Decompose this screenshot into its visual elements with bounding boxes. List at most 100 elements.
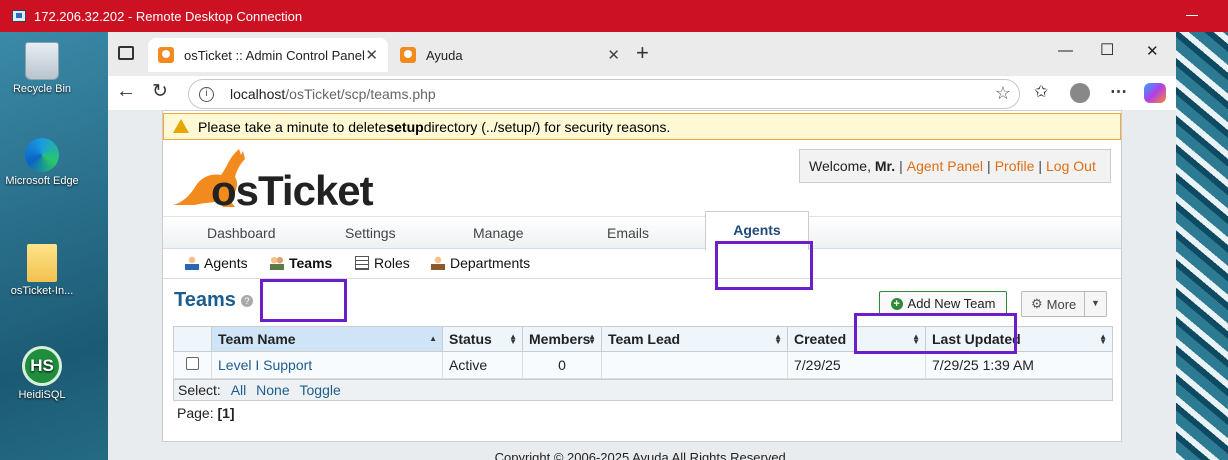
page-viewport: Please take a minute to delete setup dir… (108, 110, 1176, 460)
folder-icon (27, 244, 57, 282)
rdp-icon (12, 10, 26, 22)
favorites-icon[interactable]: ✩ (1034, 82, 1048, 102)
subnav-roles[interactable]: Roles (355, 255, 410, 271)
logout-link[interactable]: Log Out (1046, 158, 1096, 174)
table-header-row: Team Name ▲ Status ▲ ▼ Members ▲ ▼ Team Lead ▲… (173, 326, 1113, 352)
rdp-title-bar: 172.206.32.202 - Remote Desktop Connecti… (0, 0, 1228, 32)
osticket-favicon-icon (158, 47, 174, 63)
add-new-team-button[interactable]: + Add New Team (879, 291, 1007, 316)
agent-panel-link[interactable]: Agent Panel (907, 158, 983, 174)
select-toggle-link[interactable]: Toggle (300, 382, 341, 398)
desktop-icon-label: Microsoft Edge (5, 175, 79, 187)
url-text: localhost/osTicket/scp/teams.php (230, 86, 436, 102)
plus-icon: + (890, 297, 903, 310)
subnav-departments[interactable]: Departments (431, 255, 530, 271)
tab-manage[interactable]: Manage (473, 225, 524, 241)
copilot-icon[interactable] (1144, 83, 1166, 103)
browser-window: osTicket :: Admin Control Panel ✕ Ayuda … (108, 32, 1176, 460)
site-info-icon[interactable]: i (199, 86, 214, 102)
desktop-icon-label: osTicket-In... (10, 285, 74, 297)
warning-icon (173, 119, 189, 133)
reload-icon[interactable]: ↻ (152, 80, 168, 103)
desktop-icon-heidisql[interactable]: HS HeidiSQL (0, 346, 84, 401)
row-checkbox-cell (173, 351, 212, 379)
team-icon (270, 256, 284, 270)
subnav-agents[interactable]: Agents (185, 255, 248, 271)
close-window-icon[interactable]: ✕ (1146, 42, 1159, 60)
desktop-icon-label: Recycle Bin (12, 83, 72, 95)
desktop-icon-recycle-bin[interactable]: Recycle Bin (0, 42, 84, 95)
table-row: Level I Support Active 0 7/29/25 7/29/25… (173, 351, 1113, 379)
maximize-window-icon[interactable]: ☐ (1100, 40, 1114, 60)
tab-ayuda[interactable]: Ayuda ✕ (390, 38, 630, 72)
department-icon (431, 256, 445, 270)
sub-nav: Agents Teams Roles Departments (163, 249, 1121, 279)
tab-bar: osTicket :: Admin Control Panel ✕ Ayuda … (108, 32, 1176, 76)
cell-members: 0 (522, 351, 602, 379)
tab-dashboard[interactable]: Dashboard (207, 225, 276, 241)
page-title: Teams (174, 289, 236, 311)
rdp-title: 172.206.32.202 - Remote Desktop Connecti… (34, 8, 303, 24)
profile-link[interactable]: Profile (995, 158, 1035, 174)
close-tab-icon[interactable]: ✕ (607, 46, 620, 64)
desktop-icon-edge[interactable]: Microsoft Edge (0, 138, 84, 187)
heidisql-icon: HS (22, 346, 62, 386)
row-checkbox[interactable] (186, 357, 199, 370)
tab-emails[interactable]: Emails (607, 225, 649, 241)
chevron-down-icon[interactable]: ▼ (1084, 292, 1106, 316)
welcome-box: Welcome, Mr. | Agent Panel | Profile | L… (799, 149, 1111, 183)
page-footer: Copyright © 2006-2025 Ayuda All Rights R… (494, 450, 790, 460)
team-link[interactable]: Level I Support (218, 357, 312, 373)
edge-icon (25, 138, 59, 172)
col-created[interactable]: Created ▲ ▼ (787, 326, 926, 352)
more-button[interactable]: ⚙ More ▼ (1021, 291, 1107, 317)
cell-status: Active (442, 351, 523, 379)
admin-page: Please take a minute to delete setup dir… (162, 110, 1122, 442)
gear-icon: ⚙ (1031, 296, 1043, 311)
cell-last-updated: 7/29/25 1:39 AM (925, 351, 1113, 379)
cell-created: 7/29/25 (787, 351, 926, 379)
browser-toolbar: ← ↻ i localhost/osTicket/scp/teams.php ☆… (108, 76, 1176, 110)
tab-admin-panel[interactable]: osTicket :: Admin Control Panel ✕ (148, 38, 388, 72)
roles-icon (355, 256, 369, 270)
help-icon[interactable]: ? (241, 295, 253, 307)
osticket-logo[interactable]: osTicket (171, 145, 374, 214)
select-bar: Select: All None Toggle (173, 379, 1113, 401)
new-tab-button[interactable]: + (636, 40, 649, 66)
close-tab-icon[interactable]: ✕ (365, 46, 378, 64)
tab-settings[interactable]: Settings (345, 225, 396, 241)
current-page[interactable]: [1] (217, 405, 234, 421)
select-none-link[interactable]: None (256, 382, 289, 398)
address-bar[interactable]: i localhost/osTicket/scp/teams.php ☆ (188, 79, 1020, 109)
select-all-link[interactable]: All (231, 382, 247, 398)
minimize-icon[interactable] (1186, 15, 1198, 16)
more-options-icon[interactable]: ⋯ (1110, 82, 1127, 102)
setup-warning-banner: Please take a minute to delete setup dir… (163, 113, 1121, 140)
col-last-updated[interactable]: Last Updated ▲ ▼ (925, 326, 1113, 352)
favorite-star-icon[interactable]: ☆ (995, 83, 1011, 104)
tab-title: Ayuda (426, 47, 463, 63)
col-status[interactable]: Status ▲ ▼ (442, 326, 523, 352)
teams-table: Team Name ▲ Status ▲ ▼ Members ▲ ▼ Team Lead ▲… (173, 326, 1113, 379)
col-team-name[interactable]: Team Name ▲ (211, 326, 443, 352)
recycle-bin-icon (25, 42, 59, 80)
osticket-favicon-icon (400, 47, 416, 63)
cell-team-name: Level I Support (211, 351, 443, 379)
tab-actions-icon[interactable] (118, 46, 134, 60)
agent-icon (185, 256, 199, 270)
col-team-lead[interactable]: Team Lead ▲ ▼ (601, 326, 788, 352)
subnav-teams[interactable]: Teams (270, 255, 332, 271)
main-nav: Dashboard Settings Manage Emails Agents (163, 211, 1121, 250)
logo-text: osTicket (211, 167, 374, 214)
profile-avatar-icon[interactable] (1070, 83, 1090, 103)
desktop-icon-label: HeidiSQL (18, 389, 66, 401)
tab-agents[interactable]: Agents (705, 211, 809, 250)
tab-title: osTicket :: Admin Control Panel (184, 47, 365, 63)
wallpaper-strip (1176, 32, 1228, 460)
col-members[interactable]: Members ▲ ▼ (522, 326, 602, 352)
back-arrow-icon[interactable]: ← (116, 80, 136, 103)
desktop-icon-folder[interactable]: osTicket-In... (0, 244, 84, 297)
cell-team-lead (601, 351, 788, 379)
minimize-window-icon[interactable]: — (1058, 42, 1073, 59)
select-column-header (173, 326, 212, 352)
